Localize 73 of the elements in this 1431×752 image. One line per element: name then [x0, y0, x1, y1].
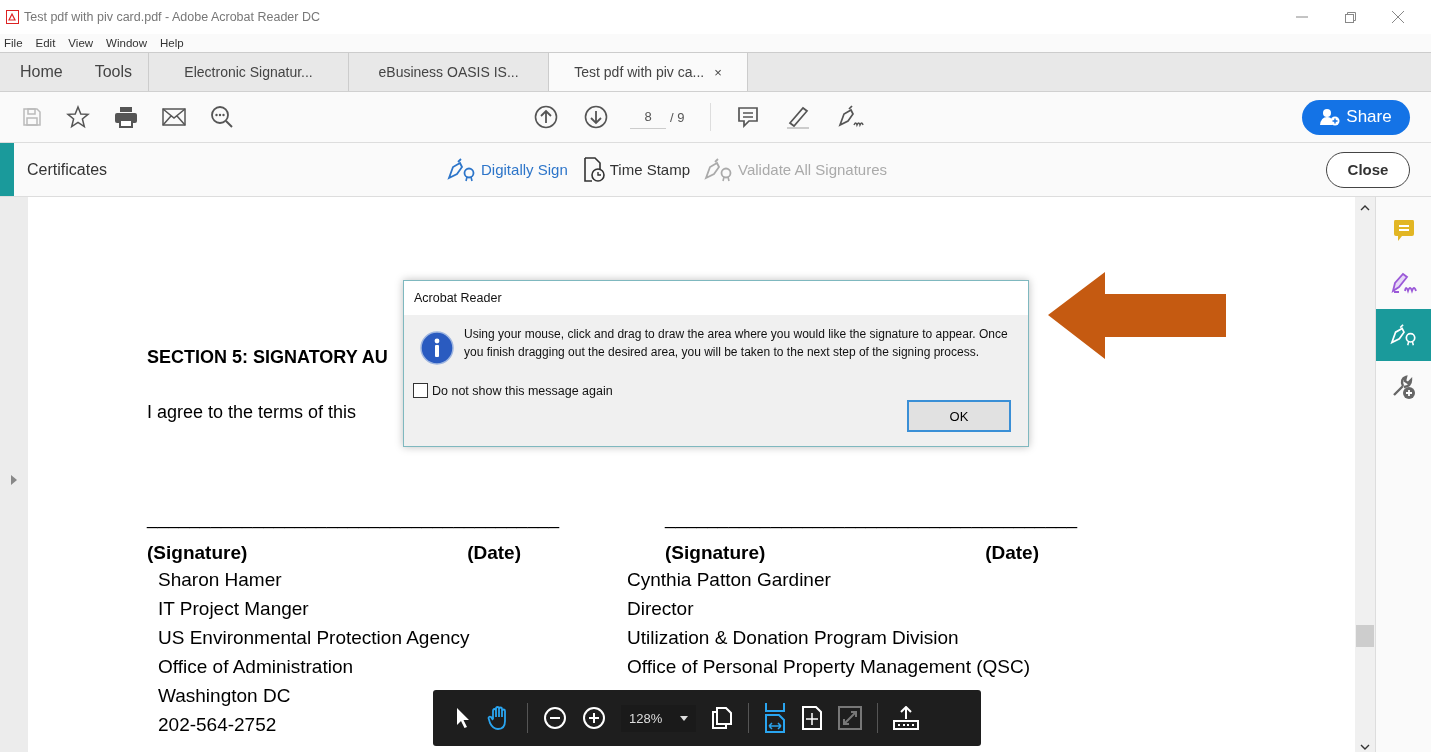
- signature-label: (Signature): [665, 541, 766, 565]
- section-heading: SECTION 5: SIGNATORY AU: [147, 346, 388, 369]
- scroll-up-icon[interactable]: [1360, 205, 1370, 211]
- pages-icon[interactable]: [711, 706, 734, 730]
- add-person-icon: [1320, 108, 1341, 126]
- signatory-detail: Sharon Hamer: [158, 568, 282, 592]
- tab[interactable]: Tools: [78, 53, 149, 91]
- menu-item[interactable]: Edit: [35, 37, 56, 49]
- signatory-detail: Utilization & Donation Program Division: [627, 626, 959, 650]
- pdf-file-icon: [6, 10, 19, 24]
- info-icon: [420, 331, 454, 365]
- dialog-title: Acrobat Reader: [404, 281, 1028, 315]
- fit-page-icon[interactable]: [801, 705, 824, 731]
- restore-icon[interactable]: [1343, 10, 1357, 24]
- tab[interactable]: Electronic Signatur...: [148, 53, 349, 91]
- signatory-detail: IT Project Manger: [158, 597, 309, 621]
- menu-item[interactable]: View: [68, 37, 94, 49]
- star-icon[interactable]: [66, 105, 90, 129]
- zoom-dropdown[interactable]: 128%: [621, 704, 697, 732]
- clock-document-icon: [581, 156, 606, 183]
- menu-item[interactable]: Help: [160, 37, 184, 49]
- signature-label: (Signature): [147, 541, 248, 565]
- date-label: (Date): [985, 541, 1039, 565]
- zoom-out-icon[interactable]: [543, 706, 567, 730]
- close-icon[interactable]: [1391, 10, 1405, 24]
- menu-item[interactable]: File: [4, 37, 23, 49]
- checkbox[interactable]: [413, 383, 428, 398]
- date-label: (Date): [467, 541, 521, 565]
- print-icon[interactable]: [114, 106, 138, 128]
- ok-button[interactable]: OK: [907, 400, 1011, 432]
- tool-button[interactable]: Digitally Sign: [447, 156, 568, 183]
- scrollbar-thumb[interactable]: [1356, 625, 1374, 647]
- dialog-message: Using your mouse, click and drag to draw the area where you would like the signature to appear. Once you finish dragging out the desired area, you will be taken to the next step of the signing process.: [464, 326, 1009, 361]
- previous-page-icon[interactable]: [534, 105, 558, 129]
- signatory-detail: 202-564-2752: [158, 713, 277, 737]
- tool-button[interactable]: Time Stamp: [581, 156, 691, 183]
- pen-icon[interactable]: [785, 104, 812, 130]
- share-button[interactable]: Share: [1302, 99, 1410, 135]
- signature-line: _______________________________________: [665, 506, 1078, 530]
- signatory-detail: US Environmental Protection Agency: [158, 626, 470, 650]
- scroll-down-icon[interactable]: [1360, 744, 1370, 750]
- next-page-icon[interactable]: [584, 105, 608, 129]
- comment-icon[interactable]: [737, 106, 760, 128]
- rail-tool[interactable]: [1376, 309, 1431, 361]
- signatory-detail: Director: [627, 597, 694, 621]
- menu-item[interactable]: Window: [106, 37, 147, 49]
- window-title: Test pdf with piv card.pdf - Adobe Acrobat Reader DC: [24, 10, 320, 24]
- fit-width-icon[interactable]: [764, 703, 787, 733]
- tab[interactable]: Home: [4, 53, 79, 91]
- expand-panel-icon[interactable]: [11, 474, 17, 485]
- pointer-icon[interactable]: [455, 707, 471, 729]
- body-text: I agree to the terms of this: [147, 401, 357, 424]
- zoom-in-icon[interactable]: [582, 706, 606, 730]
- mail-icon[interactable]: [162, 108, 186, 126]
- close-button[interactable]: Close: [1326, 151, 1410, 188]
- panel-accent-bar: [0, 143, 14, 196]
- checkbox-label: Do not show this message again: [432, 383, 613, 398]
- page-total: / 9: [670, 109, 685, 125]
- close-tab-icon[interactable]: ×: [714, 64, 722, 80]
- upload-icon[interactable]: [893, 706, 920, 730]
- signature-pen-icon: [1390, 271, 1417, 295]
- page-number-field[interactable]: 8: [630, 105, 666, 129]
- signatory-detail: Washington DC: [158, 684, 291, 708]
- signatory-detail: Office of Personal Property Management (QSC): [627, 655, 1031, 679]
- tab[interactable]: Test pdf with piv ca... ×: [548, 53, 749, 91]
- panel-title: Certificates: [27, 160, 108, 179]
- signatory-detail: Office of Administration: [158, 655, 354, 679]
- signatory-detail: Cynthia Patton Gardiner: [627, 568, 831, 592]
- signature-pen-icon[interactable]: [837, 105, 866, 129]
- caret-icon: [680, 715, 689, 721]
- comment-icon: [1392, 219, 1415, 243]
- pen-seal-icon: [1389, 323, 1418, 347]
- search-icon[interactable]: [210, 105, 234, 129]
